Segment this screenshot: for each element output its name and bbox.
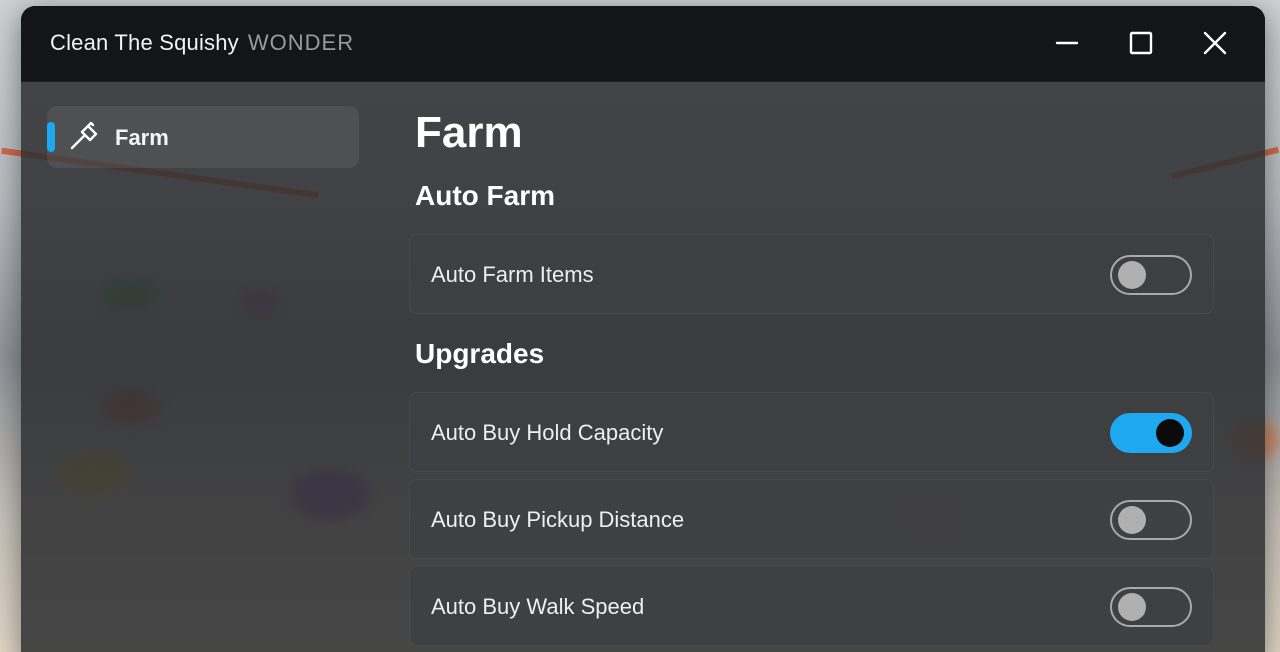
toggle-knob (1118, 593, 1146, 621)
hammer-icon (70, 121, 98, 150)
toggle-label: Auto Buy Hold Capacity (431, 420, 664, 445)
minimize-button[interactable] (1049, 26, 1085, 62)
auto-buy-walk-speed-toggle[interactable] (1110, 587, 1192, 627)
app-title: Clean The Squishy (50, 30, 239, 55)
toggle-row-hold-capacity: Auto Buy Hold Capacity (409, 392, 1214, 472)
title-bar[interactable]: Clean The Squishy WONDER (21, 6, 1265, 82)
toggle-knob (1118, 506, 1146, 534)
toggle-knob (1118, 261, 1146, 289)
auto-buy-pickup-distance-toggle[interactable] (1110, 500, 1192, 540)
toggle-row-pickup-distance: Auto Buy Pickup Distance (409, 479, 1214, 559)
section-title-auto-farm: Auto Farm (415, 180, 555, 211)
auto-buy-hold-capacity-toggle[interactable] (1110, 413, 1192, 453)
toggle-row-auto-farm-items: Auto Farm Items (409, 234, 1214, 314)
window-title: Clean The Squishy WONDER (50, 30, 354, 56)
app-subtitle: WONDER (247, 30, 355, 55)
minimize-icon (1055, 41, 1079, 45)
toggle-knob (1156, 419, 1184, 447)
maximize-icon (1129, 31, 1153, 55)
sidebar-item-label: Farm (115, 125, 169, 150)
page-title: Farm (415, 108, 523, 157)
maximize-button[interactable] (1123, 26, 1159, 62)
toggle-label: Auto Farm Items (431, 262, 594, 287)
toggle-label: Auto Buy Walk Speed (431, 594, 645, 619)
toggle-label: Auto Buy Pickup Distance (431, 507, 685, 532)
section-title-upgrades: Upgrades (415, 338, 545, 369)
close-icon (1203, 31, 1227, 55)
selected-indicator (47, 122, 55, 152)
auto-farm-items-toggle[interactable] (1110, 255, 1192, 295)
sidebar-item-farm[interactable]: Farm (47, 106, 359, 168)
close-button[interactable] (1197, 26, 1233, 62)
toggle-row-walk-speed: Auto Buy Walk Speed (409, 566, 1214, 646)
app-window: Clean The Squishy WONDER Farm Farm Auto … (21, 6, 1265, 652)
